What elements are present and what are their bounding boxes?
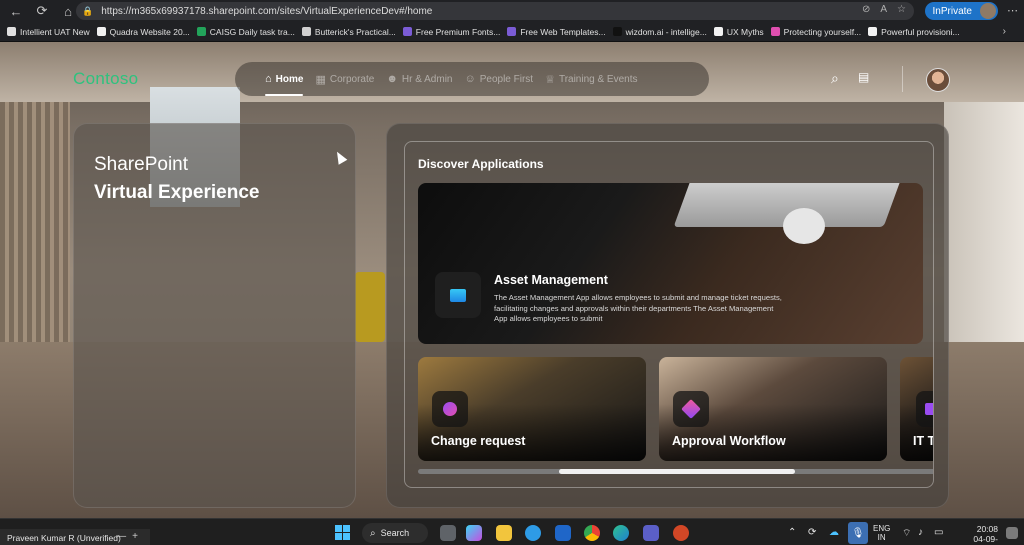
bookmark-item[interactable]: Protecting yourself... [770, 27, 861, 37]
notification-icon[interactable] [1006, 527, 1018, 539]
address-bar[interactable]: 🔒 https://m365x69937178.sharepoint.com/s… [76, 2, 914, 20]
nav-item-training-events[interactable]: ♕ Training & Events [545, 62, 637, 96]
bookmark-favicon-icon [7, 27, 16, 36]
browser-menu-icon[interactable]: ⋯ [1007, 4, 1018, 17]
bookmark-item[interactable]: UX Myths [713, 27, 764, 37]
lock-icon: 🔒 [82, 5, 94, 16]
bookmarks-bar: Intellient UAT New Quadra Website 20... CA… [0, 22, 1024, 42]
featured-app-title: Asset Management [494, 273, 608, 287]
app-card-title: Change request [431, 434, 526, 448]
nav-item-people-first[interactable]: ☺ People First [464, 62, 533, 96]
bookmark-item[interactable]: Intellient UAT New [7, 27, 90, 37]
outlook-icon[interactable] [555, 525, 571, 541]
contoso-logo[interactable]: Contoso [73, 69, 138, 89]
bookmarks-overflow-icon[interactable]: › [1003, 26, 1006, 37]
bookmark-favicon-icon [507, 27, 517, 36]
discover-title: Discover Applications [418, 157, 544, 171]
app-card-it-ticket[interactable]: IT Ti [900, 357, 933, 461]
microphone-icon[interactable]: 🎙 [848, 522, 868, 544]
user-session-label: Praveen Kumar R (Unverified) —+ [0, 529, 150, 545]
bookmark-favicon-icon [301, 27, 311, 36]
featured-app-card[interactable]: Asset Management The Asset Management Ap… [418, 183, 923, 344]
system-clock[interactable]: 20:08 04-09-2025 [956, 524, 998, 545]
trophy-icon: ♕ [545, 73, 555, 86]
taskbar-search[interactable]: ⌕ Search [362, 523, 428, 543]
powerpoint-icon[interactable] [673, 525, 689, 541]
copilot-icon[interactable] [466, 525, 482, 541]
discover-container: Discover Applications Asset Management T… [404, 141, 934, 488]
header-divider [902, 66, 903, 92]
bookmark-favicon-icon [868, 27, 878, 36]
sync-icon[interactable]: ⟳ [808, 527, 816, 538]
tracking-icon[interactable]: ⊘ [862, 4, 870, 15]
back-icon[interactable]: ← [6, 1, 26, 21]
asset-management-icon [435, 272, 481, 318]
bookmark-favicon-icon [402, 27, 412, 36]
task-view-icon[interactable] [440, 525, 456, 541]
approval-workflow-icon [673, 391, 709, 427]
bookmark-item[interactable]: wizdom.ai - intellige... [612, 27, 707, 37]
language-indicator[interactable]: ENG IN [873, 524, 890, 542]
url-text: https://m365x69937178.sharepoint.com/sit… [101, 5, 433, 17]
it-ticket-icon [916, 391, 933, 427]
people-icon: ☻ [386, 73, 398, 85]
bookmark-favicon-icon [196, 27, 206, 36]
user-avatar[interactable] [926, 68, 950, 92]
windows-start-icon[interactable] [335, 525, 350, 540]
chrome-icon[interactable] [584, 525, 600, 541]
battery-icon[interactable]: ▭ [934, 527, 943, 538]
app-card-approval-workflow[interactable]: Approval Workflow [659, 357, 887, 461]
bookmark-item[interactable]: Free Web Templates... [507, 27, 606, 37]
app-card-title: Approval Workflow [672, 434, 786, 448]
windows-taskbar: Praveen Kumar R (Unverified) —+ ⌕ Search… [0, 518, 1024, 545]
file-explorer-icon[interactable] [496, 525, 512, 541]
volume-icon[interactable]: ♪ [918, 527, 923, 538]
inprivate-badge[interactable]: InPrivate [924, 2, 998, 20]
group-icon: ☺ [464, 73, 476, 85]
edge-icon[interactable] [613, 525, 629, 541]
nav-item-corporate[interactable]: ▦ Corporate [315, 62, 374, 96]
home-icon: ⌂ [265, 73, 272, 85]
app-card-change-request[interactable]: Change request [418, 357, 646, 461]
app-card-title: IT Ti [913, 434, 933, 448]
bookmark-item[interactable]: Free Premium Fonts... [402, 27, 500, 37]
document-icon[interactable]: ▤ [858, 70, 869, 84]
bookmark-favicon-icon [96, 27, 106, 36]
welcome-title-line2: Virtual Experience [94, 182, 260, 203]
discover-panel: Discover Applications Asset Management T… [386, 123, 949, 508]
teams-icon[interactable] [643, 525, 659, 541]
building-icon: ▦ [315, 73, 326, 86]
bookmark-favicon-icon [770, 27, 780, 36]
tray-overflow-icon[interactable]: ⌃ [788, 527, 796, 538]
bookmark-favicon-icon [713, 27, 723, 36]
read-aloud-icon[interactable]: A [880, 4, 887, 15]
zoom-icon[interactable] [525, 525, 541, 541]
wifi-icon[interactable]: ⌔ [902, 527, 911, 540]
home-browser-icon[interactable]: ⌂ [58, 1, 78, 21]
browser-profile-avatar [980, 3, 996, 19]
bookmark-favicon-icon [612, 27, 622, 36]
carousel-scroll-thumb[interactable] [559, 469, 795, 474]
welcome-title-line1: SharePoint [94, 154, 189, 175]
bookmark-item[interactable]: Powerful provisioni... [868, 27, 960, 37]
bookmark-item[interactable]: Quadra Website 20... [96, 27, 190, 37]
onedrive-icon[interactable]: ☁ [829, 527, 839, 538]
top-navigation: ⌂ Home ▦ Corporate ☻ Hr & Admin ☺ People First ♕… [235, 62, 709, 96]
favorite-star-icon[interactable]: ☆ [897, 4, 906, 15]
change-request-icon [432, 391, 468, 427]
bookmark-item[interactable]: CAISG Daily task tra... [196, 27, 295, 37]
refresh-icon[interactable]: ⟳ [32, 1, 52, 21]
bookmark-item[interactable]: Butterick's Practical... [301, 27, 396, 37]
search-icon: ⌕ [370, 527, 376, 539]
featured-app-description: The Asset Management App allows employee… [494, 293, 782, 323]
window-controls[interactable]: —+ [116, 531, 144, 542]
welcome-panel: SharePoint Virtual Experience [73, 123, 356, 508]
nav-item-hr-admin[interactable]: ☻ Hr & Admin [386, 62, 452, 96]
nav-item-home[interactable]: ⌂ Home [265, 62, 304, 96]
search-icon[interactable]: ⌕ [831, 70, 839, 87]
